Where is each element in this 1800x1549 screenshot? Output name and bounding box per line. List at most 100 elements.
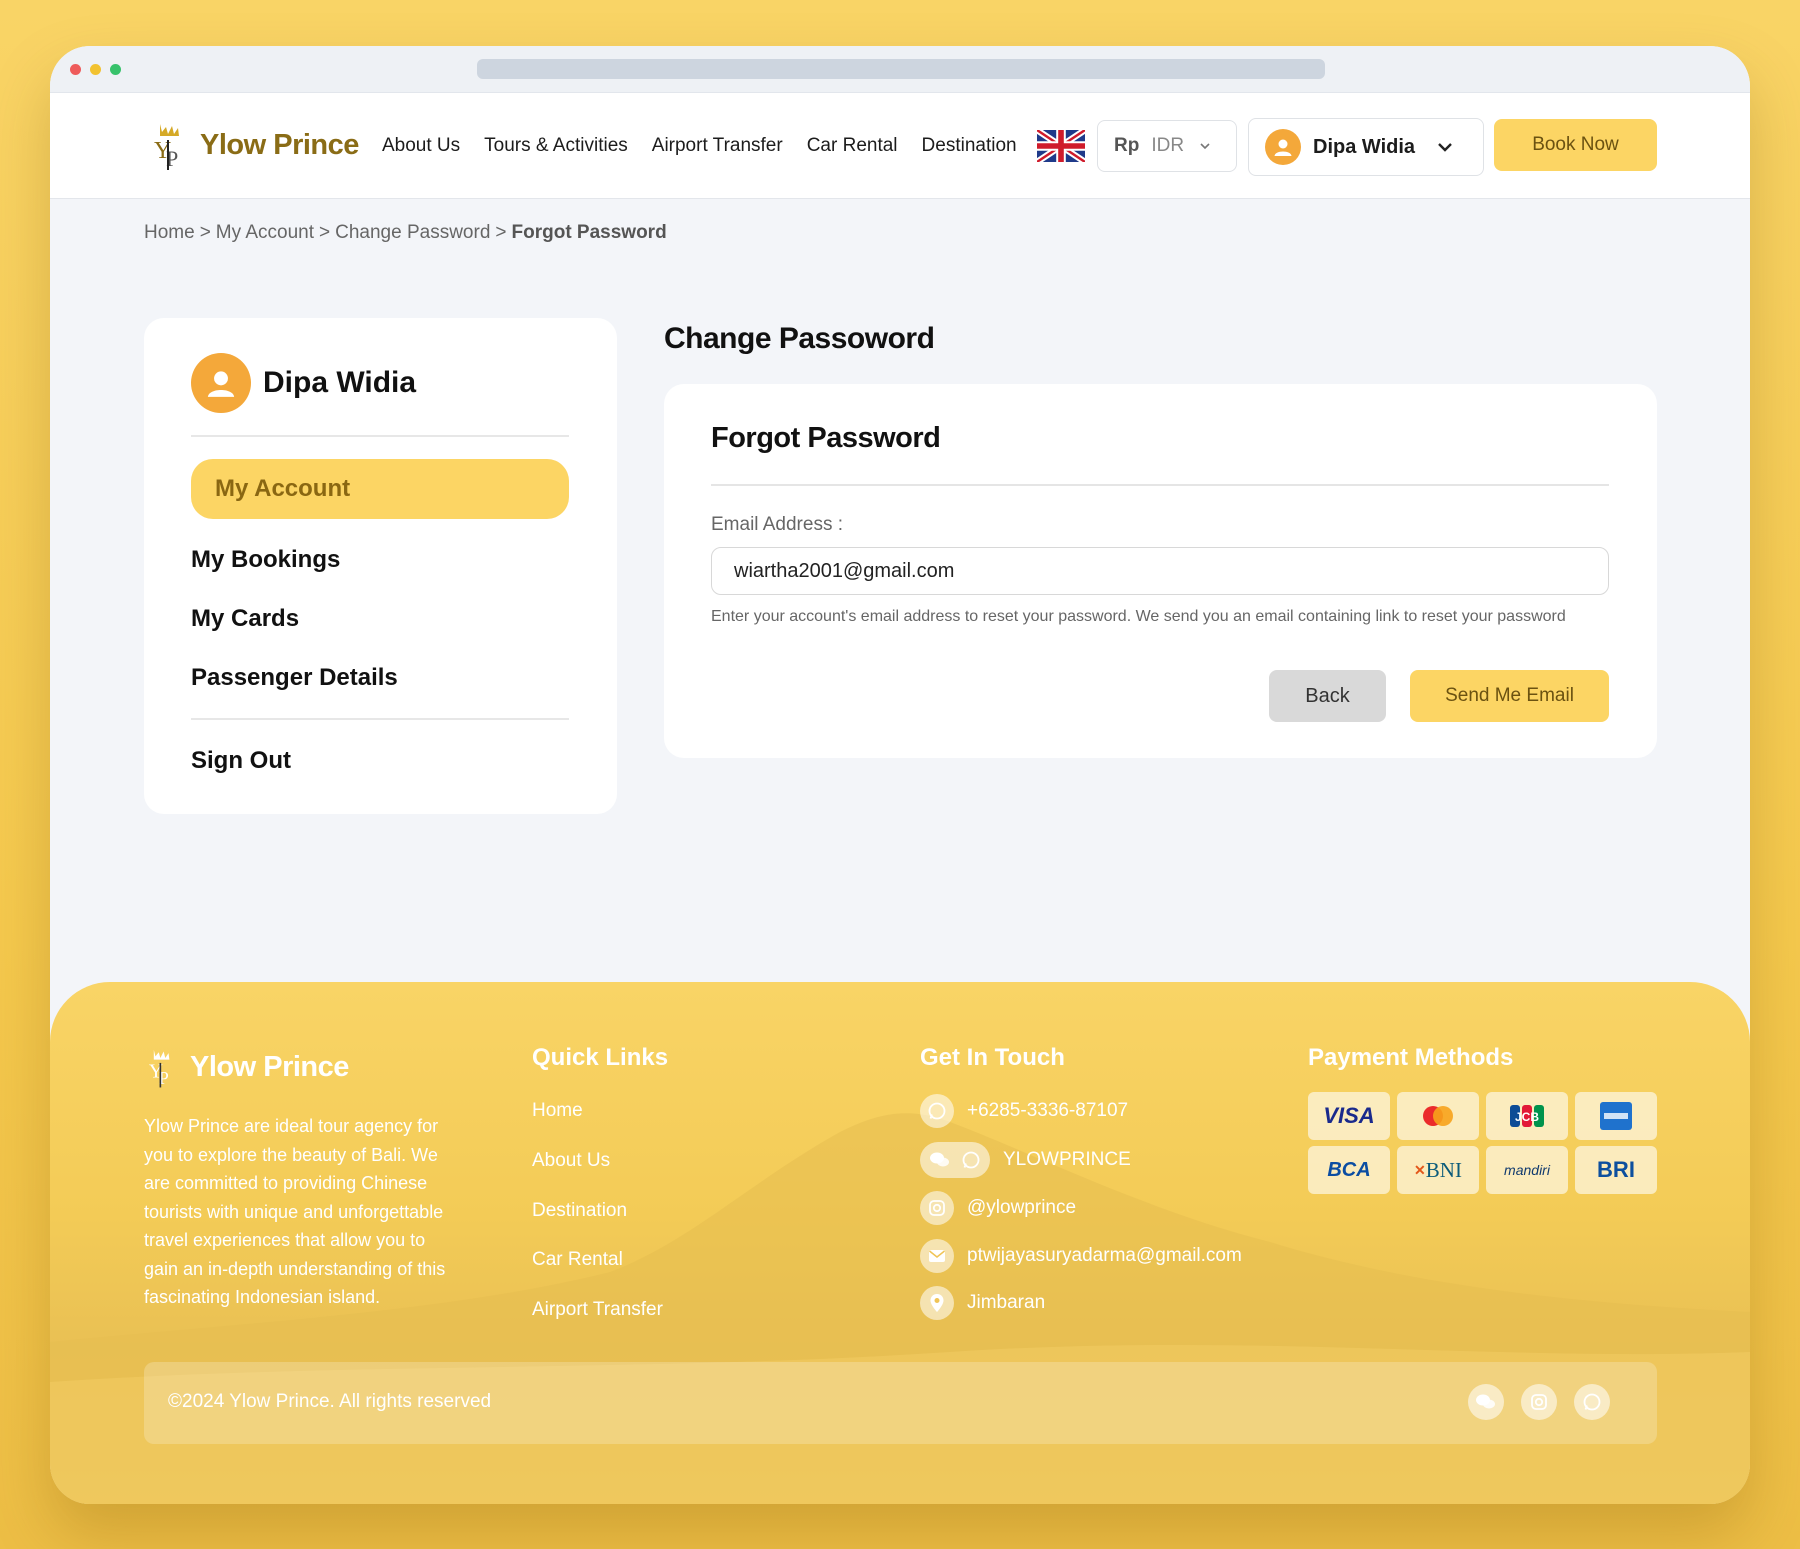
breadcrumb-separator: > [495, 222, 507, 243]
main-nav: About Us Tours & Activities Airport Tran… [382, 93, 1017, 199]
footer-brand-logo[interactable]: Y P Ylow Prince [144, 1044, 349, 1090]
nav-airport-transfer[interactable]: Airport Transfer [652, 135, 783, 157]
sidebar-divider [191, 435, 569, 437]
bni-mark-icon: ✕ [1414, 1161, 1426, 1178]
ylow-prince-logo-icon: Y P [154, 124, 179, 171]
breadcrumb-separator: > [319, 222, 331, 243]
footer-link-car-rental[interactable]: Car Rental [532, 1249, 623, 1271]
bni-logo: ✕ BNI [1397, 1146, 1479, 1194]
payment-methods-heading: Payment Methods [1308, 1044, 1514, 1071]
send-email-button[interactable]: Send Me Email [1410, 670, 1609, 722]
svg-text:JCB: JCB [1515, 1110, 1539, 1124]
user-avatar-icon [191, 353, 251, 413]
contact-instagram[interactable]: @ylowprince [920, 1191, 1076, 1225]
page-title: Change Passoword [664, 322, 935, 355]
breadcrumb-current: Forgot Password [511, 222, 667, 243]
bni-logo-text: BNI [1425, 1157, 1462, 1182]
top-navbar: Y P Ylow Prince About Us Tours & Activit… [50, 93, 1750, 199]
back-button[interactable]: Back [1269, 670, 1386, 722]
form-title: Forgot Password [711, 422, 941, 454]
whatsapp-icon [962, 1151, 980, 1169]
footer-link-about-us[interactable]: About Us [532, 1150, 610, 1172]
sidebar-item-passenger-details[interactable]: Passenger Details [191, 664, 398, 692]
mandiri-logo: mandiri [1486, 1146, 1568, 1194]
sidebar-user-name: Dipa Widia [263, 366, 417, 399]
breadcrumb: Home > My Account > Change Password > Forgot P… [144, 222, 667, 244]
browser-titlebar [50, 46, 1750, 93]
bca-logo: BCA [1308, 1146, 1390, 1194]
sidebar-divider [191, 718, 569, 720]
chevron-down-icon [1438, 143, 1452, 152]
footer-link-airport-transfer[interactable]: Airport Transfer [532, 1299, 663, 1321]
get-in-touch-heading: Get In Touch [920, 1044, 1065, 1071]
nav-tours-activities[interactable]: Tours & Activities [484, 135, 628, 157]
amex-logo [1575, 1092, 1657, 1140]
chevron-down-icon [1200, 143, 1210, 150]
contact-instagram-text: @ylowprince [967, 1197, 1077, 1218]
mastercard-logo [1397, 1092, 1479, 1140]
contact-phone-text: +6285-3336-87107 [967, 1100, 1129, 1121]
footer-link-home[interactable]: Home [532, 1100, 583, 1122]
maximize-window-dot[interactable] [110, 64, 121, 75]
mandiri-logo-text: mandiri [1504, 1162, 1550, 1178]
nav-destination[interactable]: Destination [922, 135, 1017, 157]
breadcrumb-separator: > [199, 222, 211, 243]
instagram-icon[interactable] [1521, 1384, 1557, 1420]
breadcrumb-my-account[interactable]: My Account [216, 222, 314, 243]
footer-about-text: Ylow Prince are ideal tour agency for yo… [144, 1116, 446, 1307]
wechat-whatsapp-icons [920, 1142, 990, 1178]
forgot-password-card: Forgot Password Email Address : Enter yo… [664, 384, 1657, 758]
currency-selector[interactable]: Rp IDR [1097, 120, 1237, 172]
visa-logo-text: VISA [1323, 1103, 1375, 1128]
address-bar[interactable] [477, 59, 1325, 79]
contact-wechat-whatsapp[interactable]: YLOWPRINCE [920, 1142, 1131, 1178]
email-help-text: Enter your account's email address to re… [711, 608, 1566, 625]
wechat-icon[interactable] [1468, 1384, 1504, 1420]
ylow-prince-logo-icon: Y P [149, 1049, 170, 1088]
minimize-window-dot[interactable] [90, 64, 101, 75]
wechat-icon [930, 1152, 949, 1167]
contact-wechat-text: YLOWPRINCE [1003, 1149, 1131, 1170]
contact-location-text: Jimbaran [967, 1292, 1046, 1313]
account-sidebar: Dipa Widia My Account My Bookings My Car… [144, 318, 617, 814]
form-divider [711, 484, 1609, 486]
browser-window: Y P Ylow Prince About Us Tours & Activit… [50, 46, 1750, 1504]
email-label: Email Address : [711, 514, 843, 535]
bri-logo: BRI [1575, 1146, 1657, 1194]
instagram-icon [920, 1191, 954, 1225]
contact-location[interactable]: Jimbaran [920, 1286, 1045, 1320]
mail-icon [920, 1239, 954, 1273]
brand-logo[interactable]: Y P Ylow Prince [148, 118, 359, 172]
sidebar-item-my-account[interactable]: My Account [191, 459, 569, 519]
sidebar-item-my-bookings[interactable]: My Bookings [191, 546, 340, 574]
contact-email-text: ptwijayasuryadarma@gmail.com [967, 1245, 1242, 1266]
user-name: Dipa Widia [1313, 135, 1416, 158]
sidebar-item-sign-out[interactable]: Sign Out [191, 747, 291, 775]
breadcrumb-change-password[interactable]: Change Password [335, 222, 490, 243]
breadcrumb-home[interactable]: Home [144, 222, 195, 243]
nav-about-us[interactable]: About Us [382, 135, 460, 157]
site-footer: Y P Ylow Prince Ylow Prince are ideal to… [50, 982, 1750, 1504]
book-now-button[interactable]: Book Now [1494, 119, 1657, 171]
email-field[interactable] [711, 547, 1609, 595]
bri-logo-text: BRI [1597, 1157, 1635, 1182]
contact-email[interactable]: ptwijayasuryadarma@gmail.com [920, 1239, 1242, 1273]
close-window-dot[interactable] [70, 64, 81, 75]
jcb-logo: JCB [1486, 1092, 1568, 1140]
contact-phone[interactable]: +6285-3336-87107 [920, 1094, 1128, 1128]
sidebar-user: Dipa Widia [191, 353, 416, 413]
currency-code: IDR [1151, 135, 1185, 156]
brand-name: Ylow Prince [200, 128, 359, 161]
sidebar-item-my-cards[interactable]: My Cards [191, 605, 299, 633]
footer-brand-name: Ylow Prince [190, 1050, 349, 1083]
footer-link-destination[interactable]: Destination [532, 1200, 627, 1222]
bca-logo-text: BCA [1327, 1158, 1371, 1181]
whatsapp-icon[interactable] [1574, 1384, 1610, 1420]
uk-flag-icon[interactable] [1037, 130, 1085, 162]
nav-car-rental[interactable]: Car Rental [807, 135, 898, 157]
visa-logo: VISA [1308, 1092, 1390, 1140]
payment-methods-grid: VISA JCB BCA ✕ BNI mandiri BRI [1308, 1092, 1657, 1194]
location-pin-icon [920, 1286, 954, 1320]
user-menu-dropdown[interactable]: Dipa Widia [1248, 118, 1484, 176]
copyright-bar: ©2024 Ylow Prince. All rights reserved [144, 1362, 1657, 1444]
